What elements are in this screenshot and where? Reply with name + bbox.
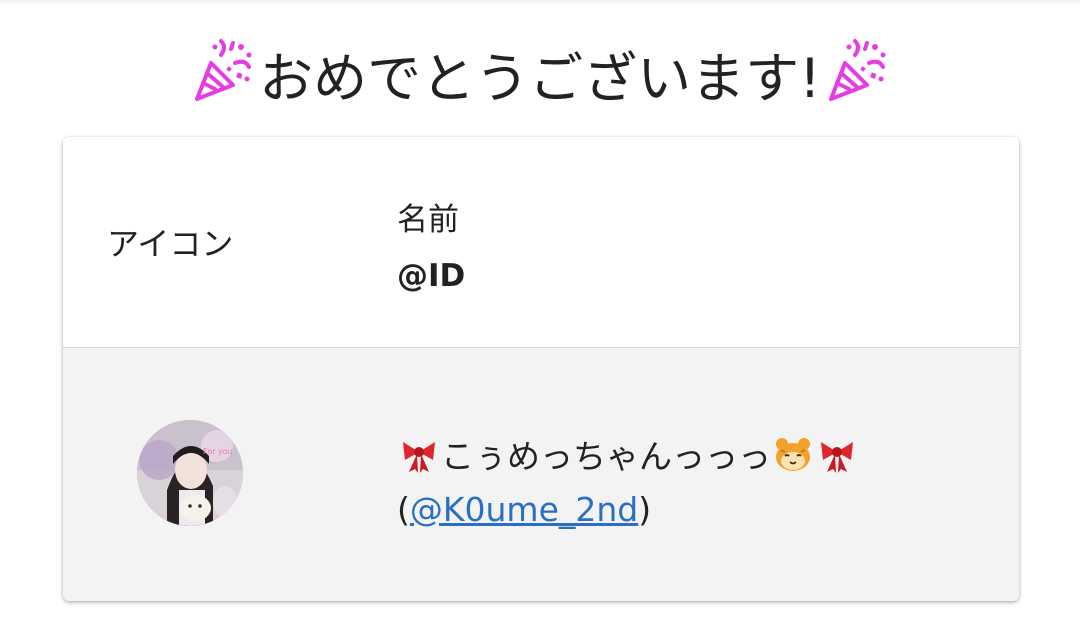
header-name-label: 名前 bbox=[397, 202, 459, 238]
top-divider bbox=[0, 0, 1080, 4]
id-open-paren: ( bbox=[397, 490, 410, 529]
page-title: おめでとうございます! bbox=[0, 28, 1080, 118]
user-avatar[interactable]: For you bbox=[137, 420, 243, 526]
id-close-paren: ) bbox=[638, 490, 652, 529]
header-icon-label: アイコン bbox=[107, 225, 234, 263]
ribbon-icon bbox=[817, 434, 857, 474]
winner-table: アイコン 名前 @ID For you こぅめっちゃんっっっ (@K0ume_2… bbox=[63, 137, 1019, 601]
user-id-link[interactable]: @K0ume_2nd bbox=[410, 490, 638, 529]
table-row: For you こぅめっちゃんっっっ (@K0ume_2nd) bbox=[63, 348, 1019, 601]
hamster-icon bbox=[773, 434, 813, 474]
svg-text:For you: For you bbox=[203, 447, 233, 456]
title-text: おめでとうございます! bbox=[259, 46, 821, 110]
header-id-label: @ID bbox=[397, 258, 466, 294]
ribbon-icon bbox=[399, 434, 439, 474]
user-display-name: こぅめっちゃんっっっ bbox=[397, 430, 859, 478]
table-header-row: アイコン 名前 @ID bbox=[63, 137, 1019, 348]
party-popper-icon bbox=[821, 37, 893, 109]
party-popper-icon bbox=[187, 37, 259, 109]
user-name-text: こぅめっちゃんっっっ bbox=[441, 437, 771, 476]
user-id-line: (@K0ume_2nd) bbox=[397, 490, 651, 529]
